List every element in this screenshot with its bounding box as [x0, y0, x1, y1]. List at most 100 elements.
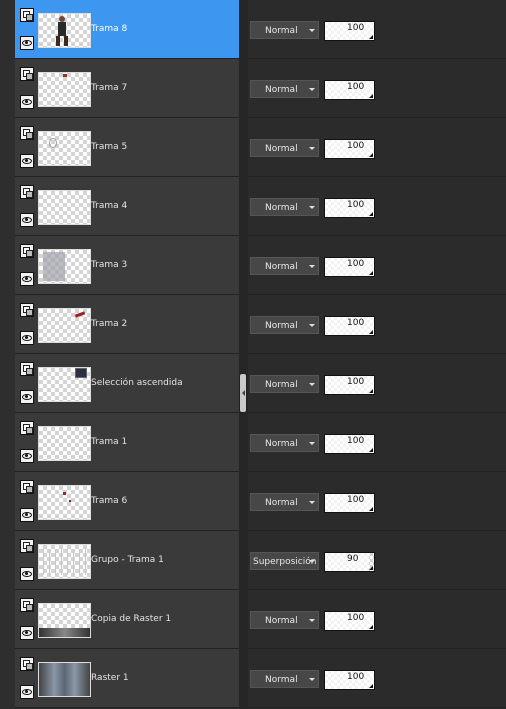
eye-icon[interactable]	[20, 449, 34, 463]
blend-mode-dropdown[interactable]: Normal	[250, 434, 319, 452]
opacity-slider[interactable]: 100	[324, 198, 375, 218]
layer-thumbnail[interactable]	[38, 308, 91, 343]
blend-mode-dropdown[interactable]: Normal	[250, 670, 319, 688]
layer-name-cell[interactable]: Trama 1	[15, 413, 239, 472]
thumbnail-mark	[39, 628, 90, 637]
layer-type-icon[interactable]	[20, 421, 34, 435]
opacity-slider[interactable]: 100	[324, 434, 375, 454]
opacity-slider[interactable]: 100	[324, 21, 375, 41]
layer-row[interactable]: Trama 8 Normal 100	[0, 0, 506, 59]
layer-row[interactable]: Copia de Raster 1 Normal 100	[0, 590, 506, 649]
opacity-corner	[369, 625, 373, 629]
eye-icon[interactable]	[20, 508, 34, 522]
layer-name-cell[interactable]: Raster 1	[15, 649, 239, 708]
opacity-slider[interactable]: 100	[324, 80, 375, 100]
layer-row[interactable]: Trama 3 Normal 100	[0, 236, 506, 295]
blend-mode-value: Normal	[265, 616, 298, 626]
layer-name-cell[interactable]: Grupo - Trama 1	[15, 531, 239, 590]
layer-type-icon[interactable]	[20, 480, 34, 494]
opacity-slider[interactable]: 100	[324, 139, 375, 159]
layer-thumbnail[interactable]	[38, 426, 91, 461]
layer-row[interactable]: Trama 4 Normal 100	[0, 177, 506, 236]
layer-thumbnail[interactable]	[38, 13, 91, 48]
blend-mode-dropdown[interactable]: Normal	[250, 493, 319, 511]
layer-name-cell[interactable]: Trama 8	[15, 0, 239, 59]
blend-mode-value: Normal	[265, 675, 298, 685]
layer-thumbnail[interactable]	[38, 544, 91, 579]
layer-type-icon[interactable]	[20, 539, 34, 553]
layer-name-cell[interactable]: Trama 4	[15, 177, 239, 236]
layer-thumbnail[interactable]	[38, 72, 91, 107]
layer-properties: Normal 100	[248, 177, 506, 236]
thumbnail-mark	[43, 252, 65, 281]
blend-mode-value: Normal	[265, 498, 298, 508]
layer-thumbnail[interactable]	[38, 131, 91, 166]
blend-mode-dropdown[interactable]: Superposición	[250, 552, 319, 570]
layer-thumbnail[interactable]	[38, 367, 91, 402]
layer-name-cell[interactable]: Selección ascendida	[15, 354, 239, 413]
blend-mode-dropdown[interactable]: Normal	[250, 375, 319, 393]
layer-type-icon[interactable]	[20, 598, 34, 612]
layer-row[interactable]: Trama 1 Normal 100	[0, 413, 506, 472]
eye-icon[interactable]	[20, 95, 34, 109]
layer-thumbnail[interactable]	[38, 485, 91, 520]
layer-type-icon[interactable]	[20, 126, 34, 140]
blend-mode-dropdown[interactable]: Normal	[250, 21, 319, 39]
layer-type-icon[interactable]	[20, 657, 34, 671]
layer-row[interactable]: Trama 2 Normal 100	[0, 295, 506, 354]
layer-row[interactable]: Grupo - Trama 1 Superposición 90	[0, 531, 506, 590]
layer-thumbnail[interactable]	[38, 190, 91, 225]
eye-icon[interactable]	[20, 567, 34, 581]
eye-icon[interactable]	[20, 626, 34, 640]
layer-row[interactable]: Selección ascendida Normal 100	[0, 354, 506, 413]
blend-mode-dropdown[interactable]: Normal	[250, 139, 319, 157]
blend-mode-dropdown[interactable]: Normal	[250, 257, 319, 275]
layer-name-cell[interactable]: Trama 7	[15, 59, 239, 118]
layer-type-icon[interactable]	[20, 244, 34, 258]
layer-name-cell[interactable]: Trama 5	[15, 118, 239, 177]
blend-mode-dropdown[interactable]: Normal	[250, 80, 319, 98]
eye-icon[interactable]	[20, 331, 34, 345]
opacity-slider[interactable]: 100	[324, 670, 375, 690]
eye-icon[interactable]	[20, 685, 34, 699]
opacity-value: 100	[347, 259, 365, 269]
layer-name-cell[interactable]: Trama 6	[15, 472, 239, 531]
opacity-slider[interactable]: 90	[324, 552, 375, 572]
layer-thumbnail[interactable]	[38, 662, 91, 697]
thumbnail-mark	[63, 492, 66, 495]
layer-thumbnail[interactable]	[38, 603, 91, 638]
blend-mode-value: Normal	[265, 439, 298, 449]
opacity-slider[interactable]: 100	[324, 611, 375, 631]
thumbnail-mark	[61, 549, 62, 575]
splitter-handle[interactable]	[240, 374, 246, 412]
eye-icon[interactable]	[20, 36, 34, 50]
opacity-slider[interactable]: 100	[324, 375, 375, 395]
layer-type-icon[interactable]	[20, 67, 34, 81]
layer-name-cell[interactable]: Copia de Raster 1	[15, 590, 239, 649]
opacity-slider[interactable]: 100	[324, 493, 375, 513]
chevron-down-icon	[309, 560, 315, 563]
layer-row[interactable]: Raster 1 Normal 100	[0, 649, 506, 708]
blend-mode-value: Normal	[265, 26, 298, 36]
layer-type-icon[interactable]	[20, 362, 34, 376]
blend-mode-dropdown[interactable]: Normal	[250, 198, 319, 216]
layer-name: Grupo - Trama 1	[91, 555, 164, 565]
eye-icon[interactable]	[20, 272, 34, 286]
blend-mode-dropdown[interactable]: Normal	[250, 316, 319, 334]
layer-name-cell[interactable]: Trama 3	[15, 236, 239, 295]
layer-type-icon[interactable]	[20, 185, 34, 199]
layer-row[interactable]: Trama 6 Normal 100	[0, 472, 506, 531]
eye-icon[interactable]	[20, 390, 34, 404]
layer-row[interactable]: Trama 7 Normal 100	[0, 59, 506, 118]
layer-name-cell[interactable]: Trama 2	[15, 295, 239, 354]
opacity-slider[interactable]: 100	[324, 316, 375, 336]
layer-type-icon[interactable]	[20, 303, 34, 317]
layer-type-icon[interactable]	[20, 8, 34, 22]
opacity-slider[interactable]: 100	[324, 257, 375, 277]
eye-icon[interactable]	[20, 154, 34, 168]
layer-thumbnail[interactable]	[38, 249, 91, 284]
layer-row[interactable]: Trama 5 Normal 100	[0, 118, 506, 177]
blend-mode-dropdown[interactable]: Normal	[250, 611, 319, 629]
eye-icon[interactable]	[20, 213, 34, 227]
opacity-corner	[369, 35, 373, 39]
